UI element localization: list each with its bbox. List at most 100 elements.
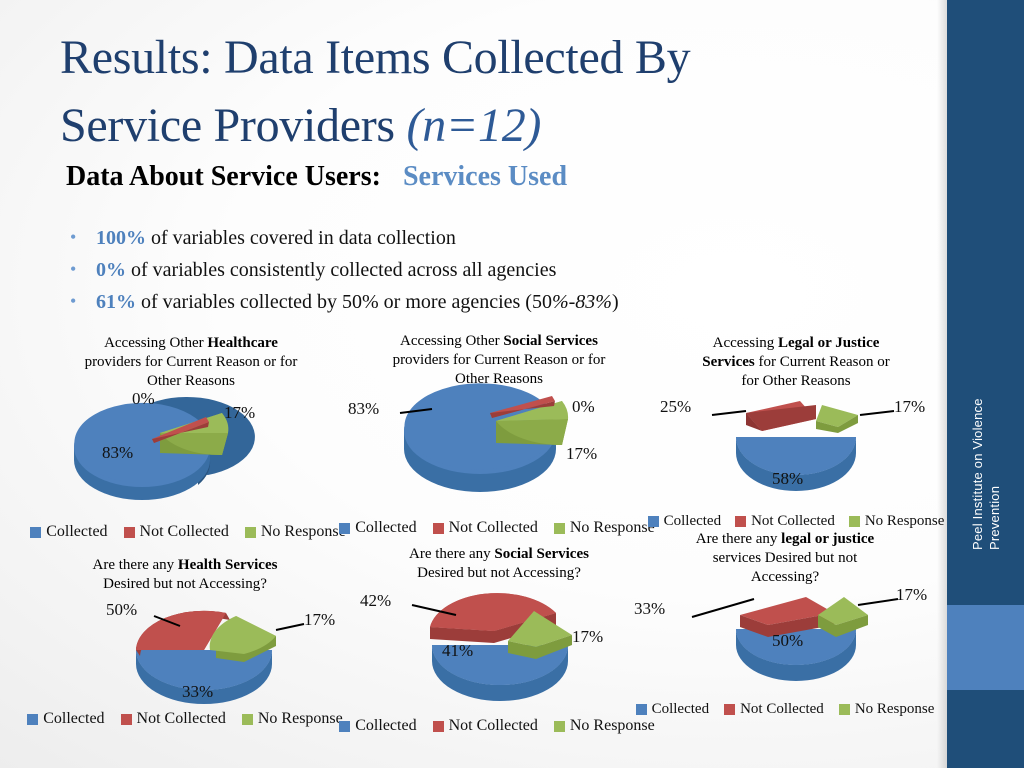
chart-title-part3: Desired but not Accessing? [417, 565, 581, 581]
data-label-no-response: 17% [896, 585, 928, 604]
page-title: Results: Data Items Collected By Service… [60, 24, 860, 160]
legend-label: Not Collected [139, 523, 229, 540]
leader-line [275, 623, 305, 631]
chart-title: Are there any legal or justice services … [630, 530, 940, 587]
subtitle-accent-text: Services Used [402, 161, 568, 192]
bullet-range: %-83% [551, 291, 612, 313]
bullet-percent: 61% [96, 291, 136, 313]
legend-swatch-icon [635, 704, 647, 715]
legend-item-not-collected: Not Collected [432, 519, 538, 537]
legend-swatch-icon [553, 720, 565, 732]
legend-item-collected: Collected [339, 519, 417, 537]
chart-social-services-access: Accessing Other Social Services provider… [339, 332, 655, 537]
leader-line [857, 598, 899, 606]
chart-social-services-desired: Are there any Social Services Desired bu… [339, 545, 655, 735]
chart-title-part1: Accessing [712, 335, 779, 351]
slide-canvas: Peel Institute on Violence Prevention Re… [0, 0, 1024, 768]
leader-line [859, 410, 895, 416]
legend-item-no-response: No Response [244, 523, 346, 541]
data-label-no-response: 17% [224, 403, 256, 422]
data-label-no-response: 17% [572, 627, 604, 646]
right-sidebar: Peel Institute on Violence Prevention [947, 0, 1024, 768]
chart-title-part3: services Desired but not [712, 550, 858, 566]
pie-plot: 25% 17% 58% [650, 391, 942, 513]
chart-legend: Collected Not Collected No Response [647, 513, 945, 530]
legend-label: No Response [854, 701, 935, 717]
legend-item-not-collected: Not Collected [724, 701, 824, 718]
pie-plot: 42% 17% 41% [344, 583, 654, 715]
pie-chart-svg [399, 383, 569, 492]
chart-title-emphasis: Social Services [494, 546, 589, 562]
chart-title-part1: Are there any [695, 531, 782, 547]
chart-title-part3: Desired but not Accessing? [103, 576, 267, 592]
legend-item-collected: Collected [339, 717, 417, 735]
legend-label: Collected [663, 513, 722, 529]
chart-title-emphasis: Social Services [503, 333, 598, 349]
data-label-collected: 50% [772, 631, 804, 650]
chart-health-services-desired: Are there any Health Services Desired bu… [24, 556, 346, 728]
page-title-line2: Service Providers (n=12) [60, 92, 860, 160]
legend-label: Not Collected [448, 519, 538, 536]
chart-title-part1: Are there any [409, 546, 495, 562]
chart-title: Are there any Social Services Desired bu… [344, 545, 654, 583]
chart-title-part3: providers for Current Reason or for [392, 352, 606, 368]
page-title-line1: Results: Data Items Collected By [60, 31, 691, 84]
legend-swatch-icon [241, 713, 253, 725]
chart-title-part1: Are there any [92, 557, 178, 573]
legend-swatch-icon [724, 704, 736, 715]
legend-swatch-icon [123, 526, 135, 538]
legend-label: No Response [864, 513, 945, 529]
legend-item-no-response: No Response [838, 701, 935, 718]
legend-label: Not Collected [740, 701, 824, 717]
chart-title-part1: Accessing Other [400, 333, 504, 349]
chart-title-emphasis: legal or justice [781, 531, 875, 547]
pie-chart-svg [74, 396, 255, 500]
data-label-collected: 83% [102, 443, 134, 462]
pie-slice-no-response [816, 405, 858, 433]
legend-item-collected: Collected [647, 513, 722, 530]
legend-label: Not Collected [751, 513, 835, 529]
legend-item-not-collected: Not Collected [432, 717, 538, 735]
chart-title-part4: for Other Reasons [741, 373, 851, 389]
legend-swatch-icon [339, 720, 351, 732]
chart-title-emphasis: Health Services [177, 557, 278, 573]
chart-title-emphasis2: Services [702, 354, 755, 370]
data-label-collected: 41% [442, 641, 474, 660]
bullet-text: of variables consistently collected acro… [126, 259, 557, 281]
legend-label: No Response [260, 523, 346, 540]
bullet-list: 100% of variables covered in data collec… [62, 221, 882, 318]
chart-title: Are there any Health Services Desired bu… [24, 556, 346, 594]
data-label-no-response: 17% [566, 444, 598, 463]
leader-line [711, 410, 747, 416]
legend-swatch-icon [838, 704, 850, 715]
chart-legend: Collected Not Collected No Response [339, 519, 655, 537]
legend-label: Collected [355, 717, 417, 734]
data-label-collected: 83% [348, 399, 380, 418]
list-item: 0% of variables consistently collected a… [62, 253, 882, 286]
data-label-not-collected: 50% [106, 600, 138, 619]
chart-legal-justice-desired: Are there any legal or justice services … [630, 530, 940, 718]
bullet-tail: ) [611, 291, 619, 313]
data-label-not-collected: 42% [360, 591, 392, 610]
chart-legal-justice-access: Accessing Legal or Justice Services for … [647, 334, 945, 530]
chart-title: Accessing Other Social Services provider… [344, 332, 654, 389]
legend-item-not-collected: Not Collected [735, 513, 835, 530]
legend-swatch-icon [848, 516, 860, 527]
page-title-sample-size: (n=12) [406, 99, 542, 152]
sidebar-band-accent [947, 605, 1024, 690]
chart-legend: Collected Not Collected No Response [630, 701, 940, 718]
legend-item-collected: Collected [635, 701, 709, 718]
legend-label: No Response [569, 717, 655, 734]
data-label-not-collected: 0% [572, 397, 595, 416]
list-item: 61% of variables collected by 50% or mor… [62, 285, 882, 318]
legend-swatch-icon [735, 516, 747, 527]
pie-slice-no-response [818, 597, 868, 637]
chart-title: Accessing Other Healthcare providers for… [36, 334, 346, 391]
pie-plot: 0% 17% 83% [36, 389, 346, 519]
legend-swatch-icon [27, 713, 39, 725]
section-subtitle: Data About Service Users: Services Used [66, 160, 866, 194]
bullet-percent: 100% [96, 227, 146, 249]
bullet-percent: 0% [96, 259, 126, 281]
chart-title-emphasis: Legal or Justice [778, 335, 880, 351]
pie-slice-not-collected [746, 401, 816, 431]
